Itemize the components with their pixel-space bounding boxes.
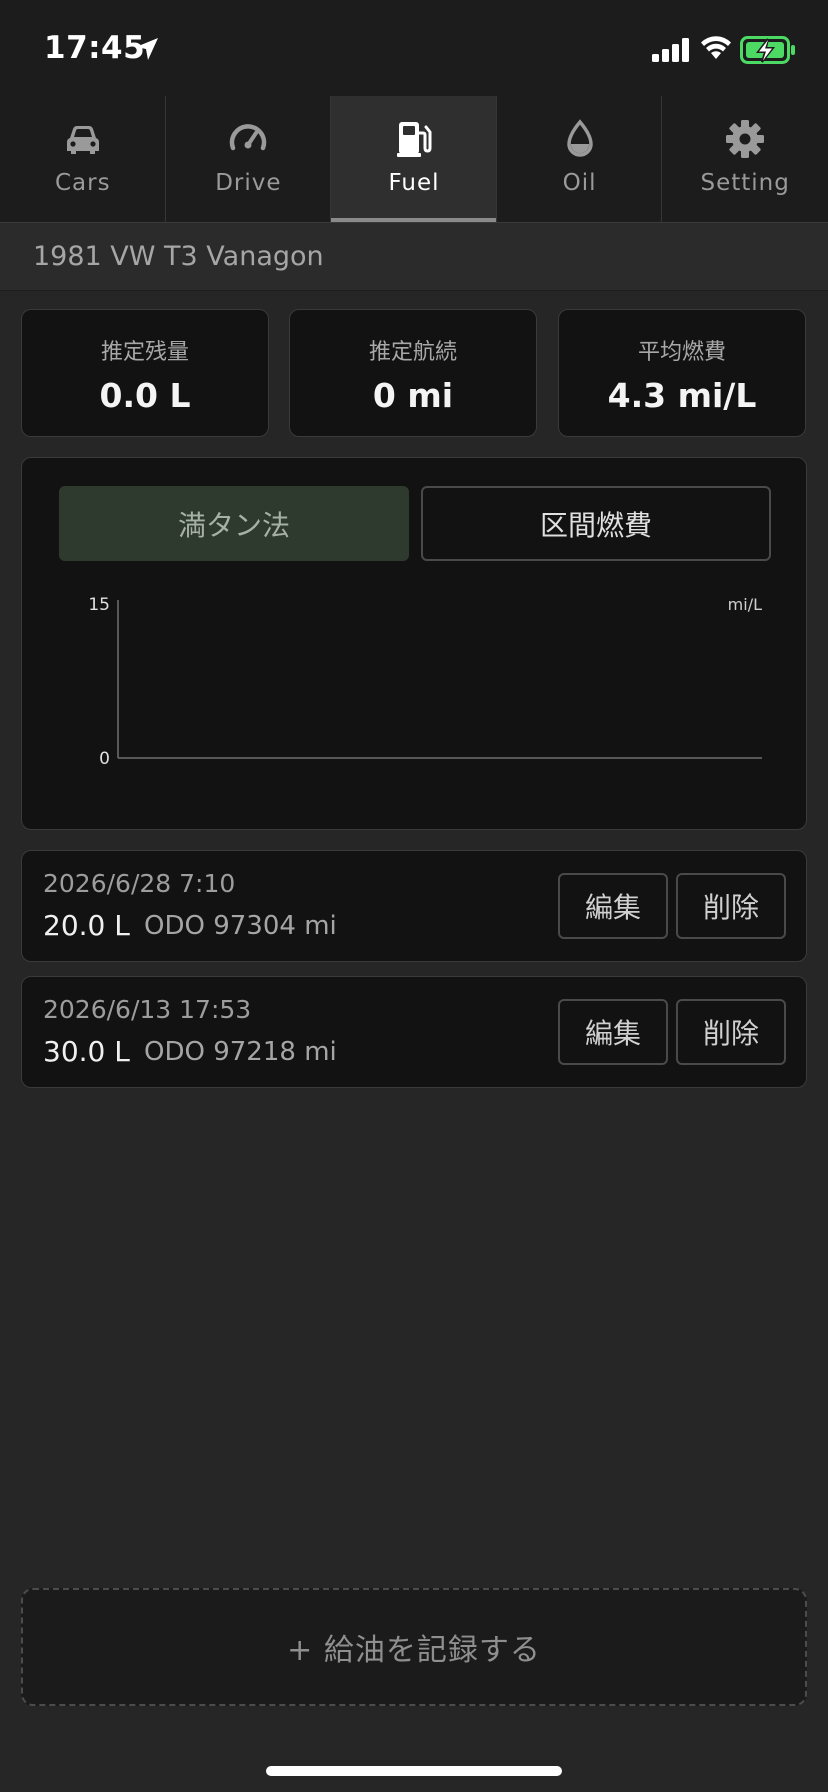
tab-bar: Cars Drive Fuel Oil Setting bbox=[0, 96, 828, 223]
location-arrow-icon bbox=[136, 38, 158, 60]
y-tick-label-min: 0 bbox=[99, 749, 110, 769]
stat-value: 4.3 mi/L bbox=[607, 376, 757, 415]
battery-charging-icon bbox=[740, 36, 795, 64]
list-item: 2026/6/28 7:10 20.0 L ODO 97304 mi 編集 削除 bbox=[21, 850, 807, 962]
y-tick-label-max: 15 bbox=[88, 595, 110, 615]
stat-card-range: 推定航続 0 mi bbox=[289, 309, 537, 437]
stat-value: 0.0 L bbox=[99, 376, 191, 415]
wifi-icon bbox=[701, 36, 731, 59]
tab-label: Setting bbox=[700, 170, 790, 196]
record-amount: 30.0 L bbox=[43, 1035, 130, 1068]
gear-icon bbox=[726, 120, 765, 158]
tab-label: Drive bbox=[215, 170, 282, 196]
fuel-economy-chart: 15 0 mi/L bbox=[88, 595, 762, 769]
stat-label: 平均燃費 bbox=[637, 340, 726, 365]
tab-setting[interactable]: Setting bbox=[662, 96, 828, 222]
home-indicator[interactable] bbox=[266, 1766, 562, 1776]
car-icon bbox=[66, 126, 99, 154]
tab-cars[interactable]: Cars bbox=[0, 96, 166, 222]
edit-button[interactable]: 編集 bbox=[558, 999, 668, 1065]
status-bar: 17:45 bbox=[0, 0, 828, 96]
delete-button[interactable]: 削除 bbox=[676, 873, 786, 939]
fuel-screen: 17:45 Cars Drive Fuel Oil Setting 1981 V… bbox=[0, 0, 828, 1792]
record-odometer: ODO 97218 mi bbox=[144, 1037, 337, 1067]
stat-label: 推定航続 bbox=[368, 340, 457, 365]
edit-button[interactable]: 編集 bbox=[558, 873, 668, 939]
cellular-signal-icon bbox=[652, 38, 689, 62]
tab-fuel[interactable]: Fuel bbox=[331, 96, 497, 222]
record-odometer: ODO 97304 mi bbox=[144, 911, 337, 941]
tab-label: Oil bbox=[562, 170, 597, 196]
stat-card-average-economy: 平均燃費 4.3 mi/L bbox=[558, 309, 806, 437]
stat-value: 0 mi bbox=[372, 376, 454, 415]
tab-oil[interactable]: Oil bbox=[497, 96, 663, 222]
add-fuel-record-button[interactable]: + 給油を記録する bbox=[21, 1588, 807, 1706]
stat-label: 推定残量 bbox=[100, 340, 189, 365]
stat-card-remaining: 推定残量 0.0 L bbox=[21, 309, 269, 437]
record-amount: 20.0 L bbox=[43, 909, 130, 942]
tab-label: Cars bbox=[55, 170, 111, 196]
status-time: 17:45 bbox=[44, 30, 146, 66]
chart-card: 満タン法 区間燃費 15 0 mi/L bbox=[21, 457, 807, 830]
fuel-pump-icon bbox=[396, 122, 432, 157]
speedometer-icon bbox=[230, 124, 267, 151]
tab-label: Fuel bbox=[388, 170, 440, 196]
active-tab-indicator bbox=[331, 218, 497, 222]
unit-label: mi/L bbox=[728, 595, 762, 614]
delete-button[interactable]: 削除 bbox=[676, 999, 786, 1065]
list-item: 2026/6/13 17:53 30.0 L ODO 97218 mi 編集 削… bbox=[21, 976, 807, 1088]
record-datetime: 2026/6/28 7:10 bbox=[43, 869, 236, 898]
car-name: 1981 VW T3 Vanagon bbox=[33, 241, 324, 272]
record-datetime: 2026/6/13 17:53 bbox=[43, 995, 252, 1024]
car-selector[interactable]: 1981 VW T3 Vanagon bbox=[0, 223, 828, 291]
oil-drop-icon bbox=[566, 119, 593, 157]
tab-drive[interactable]: Drive bbox=[166, 96, 332, 222]
